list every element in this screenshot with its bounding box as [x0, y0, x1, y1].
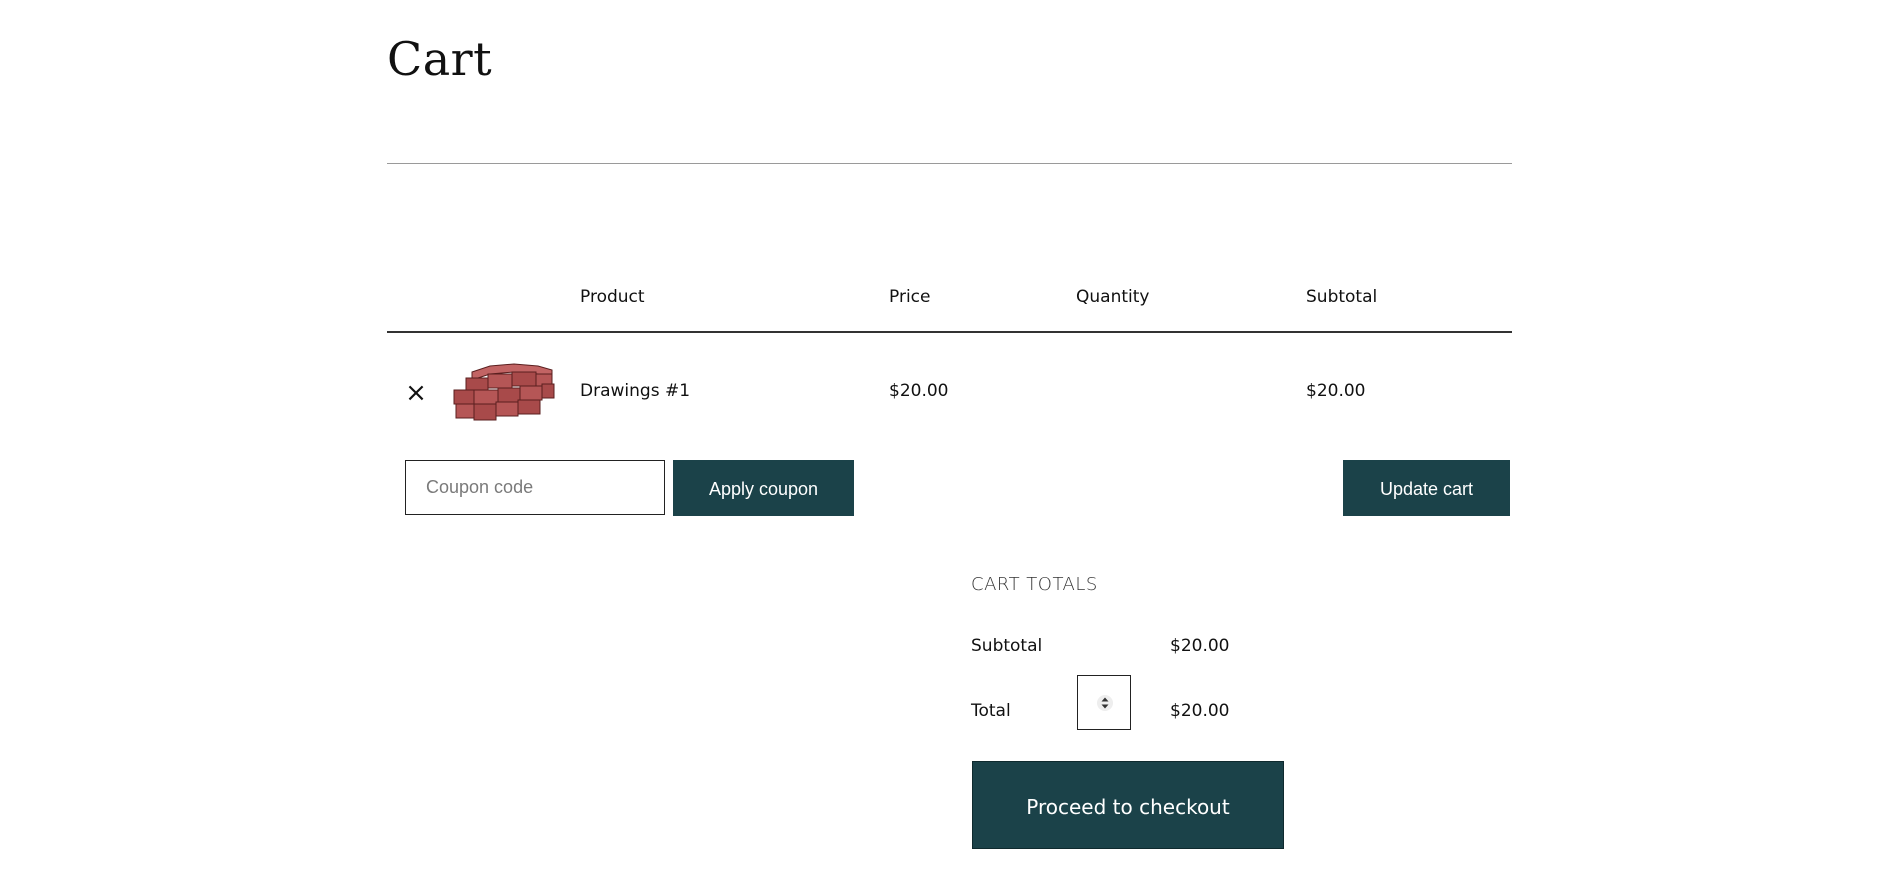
product-price: $20.00 [889, 381, 949, 401]
page-title: Cart [387, 31, 493, 86]
column-header-subtotal: Subtotal [1306, 287, 1378, 307]
column-header-product: Product [580, 287, 645, 307]
update-cart-button[interactable]: Update cart [1343, 460, 1510, 516]
close-icon[interactable]: × [403, 376, 429, 410]
table-header-divider [387, 331, 1512, 333]
totals-subtotal-value: $20.00 [1170, 636, 1230, 656]
cart-page: Cart Product Price Quantity Subtotal × D… [0, 0, 1890, 882]
column-header-price: Price [889, 287, 931, 307]
column-header-quantity: Quantity [1076, 287, 1150, 307]
title-divider [387, 163, 1512, 164]
product-thumbnail[interactable] [452, 360, 556, 422]
cart-totals-heading: CART TOTALS [971, 574, 1098, 595]
proceed-to-checkout-button[interactable]: Proceed to checkout [972, 761, 1284, 849]
totals-total-value: $20.00 [1170, 701, 1230, 721]
totals-total-label: Total [971, 701, 1011, 721]
sort-arrows-icon[interactable] [1077, 675, 1131, 730]
coupon-code-input[interactable] [405, 460, 665, 515]
apply-coupon-button[interactable]: Apply coupon [673, 460, 854, 516]
totals-subtotal-label: Subtotal [971, 636, 1043, 656]
product-subtotal: $20.00 [1306, 381, 1366, 401]
product-name-link[interactable]: Drawings #1 [580, 379, 690, 403]
